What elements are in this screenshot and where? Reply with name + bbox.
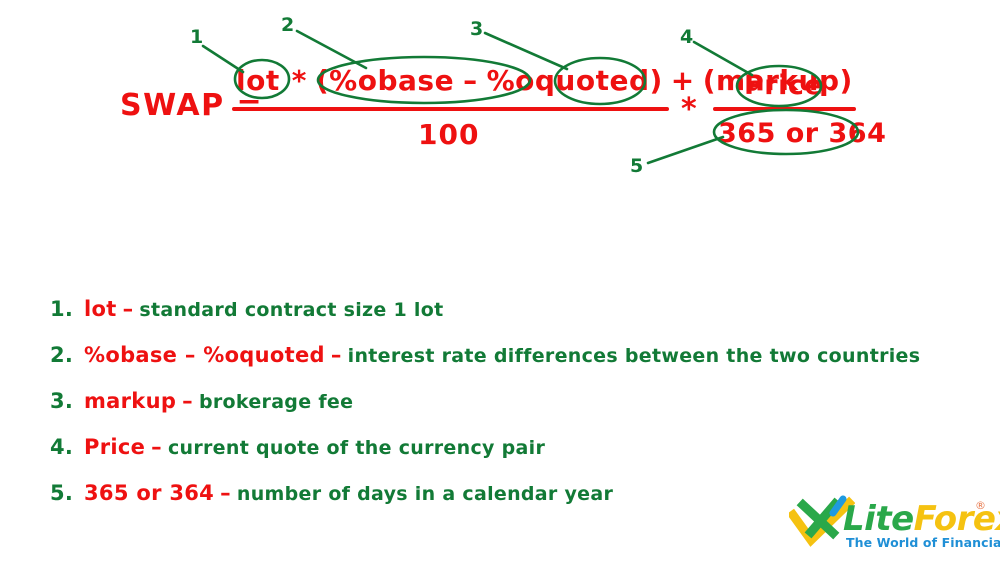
list-item-dash: – (220, 481, 231, 505)
list-item-term: markup (84, 389, 177, 413)
close-paren-2: ) (839, 63, 853, 97)
list-item-number: 2. (50, 343, 74, 367)
fraction-bar-main (232, 107, 669, 111)
logo-tagline: The World of Financial Freedom (846, 535, 1000, 550)
list-item-dash: – (182, 389, 193, 413)
list-item-description: number of days in a calendar year (236, 483, 614, 505)
list-item-dash: – (330, 343, 342, 367)
term-days-in-year: 365 or 364 (718, 118, 887, 149)
term-pct-quoted: %oquoted (486, 63, 650, 97)
callout-number-3: 3 (470, 18, 484, 40)
term-lot: lot (236, 63, 280, 97)
operator-multiply-fractions: * (681, 92, 698, 127)
list-item-number: 1. (50, 297, 74, 321)
term-price: Price (744, 70, 824, 101)
callout-number-4: 4 (680, 26, 694, 48)
list-item-dash: – (122, 297, 134, 321)
logo-text-forex: Forex (913, 499, 1000, 539)
list-item-number: 4. (50, 435, 74, 459)
close-paren: ) (649, 63, 663, 97)
callout-number-2: 2 (281, 14, 295, 36)
list-item-dash: – (151, 435, 162, 459)
whiteboard-canvas: SWAP = lot * (%obase – %oquoted) + (markup) 10… (0, 0, 1000, 581)
list-item-description: interest rate differences between the tw… (347, 345, 921, 367)
operator-minus: – (463, 63, 478, 97)
list-item-term: lot (84, 297, 117, 321)
list-item-number: 5. (50, 481, 74, 505)
list-item-term: %obase – %oquoted (84, 343, 325, 367)
liteforex-logo[interactable]: LiteForex ® The World of Financial Freed… (789, 493, 1000, 559)
list-item-description: current quote of the currency pair (167, 437, 546, 459)
list-item-number: 3. (50, 389, 74, 413)
list-item: 2. %obase – %oquoted – interest rate differ… (50, 343, 930, 389)
list-item-term: Price (84, 435, 146, 459)
list-item-term: 365 or 364 (84, 481, 215, 505)
open-paren: ( (315, 63, 330, 97)
list-item: 1. lot – standard contract size 1 lot (50, 297, 930, 343)
list-item: 4. Price – current quote of the currency pa… (50, 435, 930, 481)
logo-text-lite: Lite (843, 499, 914, 539)
list-item-description: brokerage fee (198, 391, 354, 413)
callout-number-1: 1 (190, 26, 204, 48)
term-pct-base: %obase (329, 63, 455, 97)
registered-trademark-icon: ® (975, 499, 986, 512)
fraction-bar-right (713, 107, 856, 111)
list-item: 3. markup – brokerage fee (50, 389, 930, 435)
formula-denominator: 100 (418, 118, 480, 151)
operator-multiply: * (291, 63, 307, 97)
open-paren-2: ( (702, 63, 717, 97)
callout-number-5: 5 (630, 155, 644, 177)
leader-line-5 (646, 135, 725, 165)
list-item-description: standard contract size 1 lot (139, 299, 444, 321)
